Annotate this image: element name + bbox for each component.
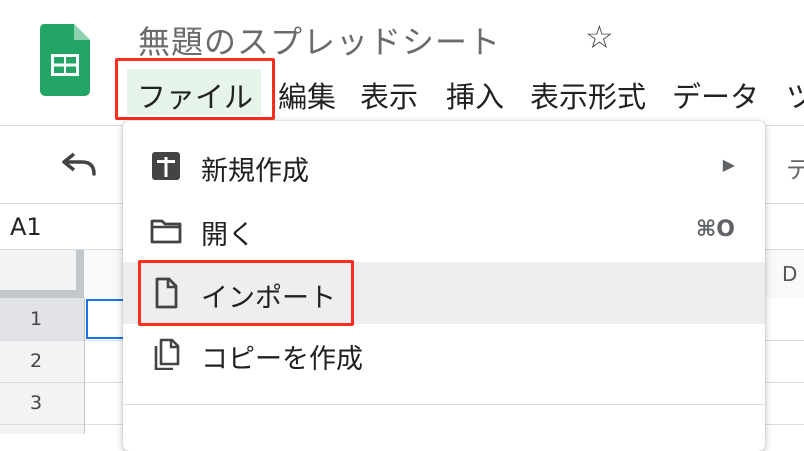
star-icon[interactable]: ☆ <box>585 18 614 56</box>
file-menu-item-open[interactable]: 開く ⌘O <box>123 199 765 261</box>
file-menu-item-make-copy[interactable]: コピーを作成 <box>123 325 765 387</box>
menu-insert[interactable]: 挿入 <box>446 74 504 116</box>
file-menu-item-new-label: 新規作成 <box>201 156 309 187</box>
highlight-box-import <box>138 260 354 326</box>
file-menu-item-make-copy-label: コピーを作成 <box>201 344 363 375</box>
menu-edit[interactable]: 編集 <box>278 74 336 116</box>
row-header-1[interactable]: 1 <box>30 308 42 330</box>
file-menu-item-open-label: 開く <box>201 220 255 251</box>
file-menu-item-new[interactable]: 新規作成 ▶ <box>123 135 765 197</box>
file-menu-separator <box>123 404 765 405</box>
column-header-d[interactable]: D <box>782 262 797 286</box>
submenu-arrow-icon: ▶ <box>722 155 735 174</box>
cell-reference[interactable]: A1 <box>10 213 42 241</box>
row-header-3[interactable]: 3 <box>30 392 42 414</box>
highlight-box-file-menu <box>115 58 275 120</box>
new-icon <box>152 152 180 180</box>
menu-view[interactable]: 表示 <box>360 74 418 116</box>
document-title[interactable]: 無題のスプレッドシート <box>138 17 501 63</box>
menu-tools[interactable]: ツ <box>786 74 804 116</box>
undo-icon[interactable] <box>60 150 98 178</box>
shortcut-open: ⌘O <box>695 217 735 242</box>
row-header-border <box>84 298 85 434</box>
toolbar-partial-label: テ <box>786 156 804 184</box>
selected-cell-a1[interactable] <box>86 299 126 339</box>
menu-data[interactable]: データ <box>672 74 759 116</box>
grid-corner-freeze-bar-h <box>0 290 84 298</box>
folder-icon <box>150 219 182 244</box>
sheets-logo-icon[interactable] <box>40 24 90 96</box>
menu-format[interactable]: 表示形式 <box>530 74 646 116</box>
copy-icon <box>154 338 180 370</box>
row-header-2[interactable]: 2 <box>30 350 42 372</box>
